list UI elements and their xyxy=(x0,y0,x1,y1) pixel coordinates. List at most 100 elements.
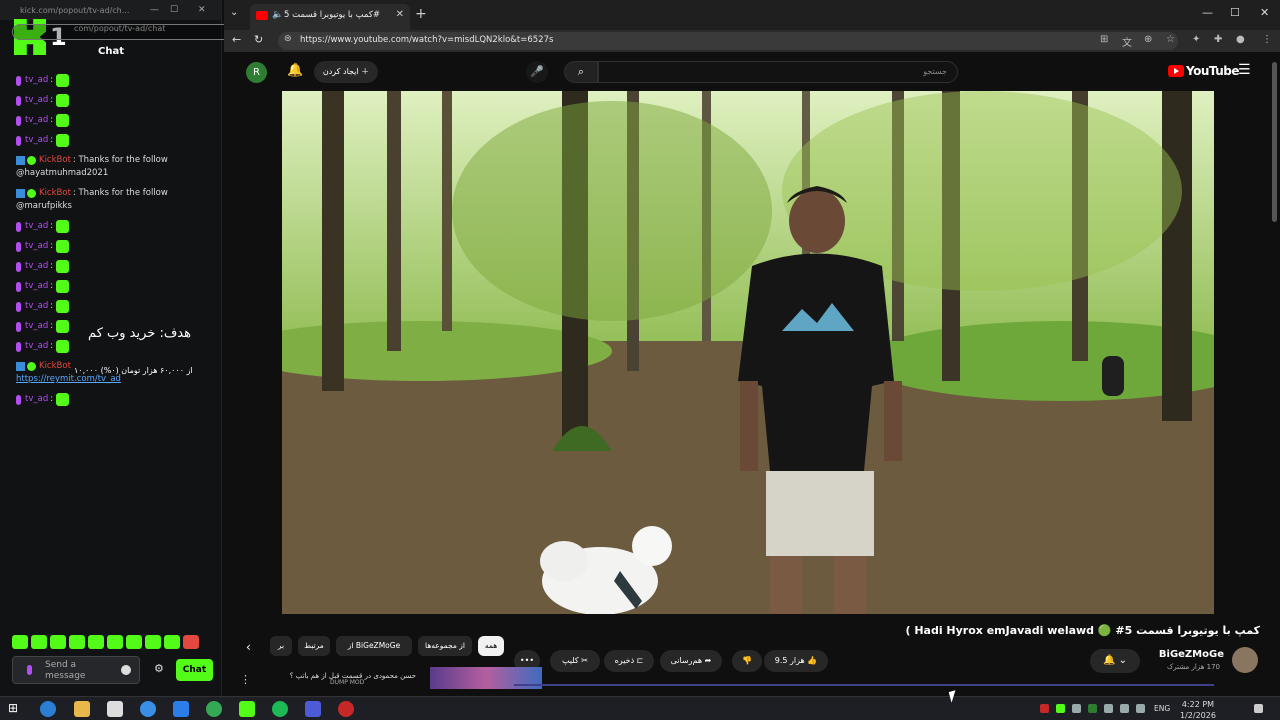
reload-icon[interactable]: ↻ xyxy=(254,33,263,46)
channel-name[interactable]: BiGeZMoGe xyxy=(1159,649,1224,660)
chat-username[interactable]: KickBot xyxy=(39,154,71,167)
app-icon[interactable] xyxy=(140,701,156,717)
subscribed-bell-button[interactable]: 🔔 ⌄ xyxy=(1090,649,1140,673)
windows-start-icon[interactable]: ⊞ xyxy=(8,701,24,717)
back-arrow-icon[interactable]: ← xyxy=(232,33,241,46)
create-button[interactable]: ایجاد کردن ＋ xyxy=(314,61,378,83)
chat-username[interactable]: tv_ad xyxy=(25,393,48,406)
video-player[interactable] xyxy=(282,91,1214,614)
emote-icon[interactable] xyxy=(183,635,199,649)
chat-mention[interactable]: @hayatmuhmad2021 xyxy=(16,167,221,180)
bookmark-star-icon[interactable]: ☆ xyxy=(1166,34,1175,45)
recommended-video[interactable]: حسن محمودی در قسمت قبل از هم باتپ ؟ DUMP… xyxy=(264,667,542,691)
tray-app-icon[interactable] xyxy=(1040,704,1049,713)
emote-icon[interactable] xyxy=(12,635,28,649)
chat-username[interactable]: tv_ad xyxy=(25,134,48,147)
clock[interactable]: 4:22 PM 1/2/2026 xyxy=(1180,701,1216,720)
rec-more-icon[interactable]: ⋮ xyxy=(240,673,251,686)
youtube-logo[interactable]: YouTube xyxy=(1168,64,1240,78)
search-input[interactable]: جستجو xyxy=(598,61,958,83)
tray-speaker-icon[interactable] xyxy=(1136,704,1145,713)
edge-icon[interactable] xyxy=(40,701,56,717)
minimize-button[interactable]: — xyxy=(150,5,159,15)
chat-username[interactable]: tv_ad xyxy=(25,280,48,293)
page-scrollbar[interactable] xyxy=(1272,62,1277,222)
search-icon[interactable]: ⌕ xyxy=(564,61,598,83)
address-bar[interactable]: ⊜ https://www.youtube.com/watch?v=misdLQ… xyxy=(278,32,1178,50)
chip-channel[interactable]: از BiGeZMoGe xyxy=(336,636,412,656)
kick-app-icon[interactable] xyxy=(239,701,255,717)
tray-app-icon[interactable] xyxy=(1072,704,1081,713)
chat-username[interactable]: KickBot xyxy=(39,187,71,200)
save-button[interactable]: ذخیره ⊏ xyxy=(604,650,654,672)
close-button[interactable]: ✕ xyxy=(198,5,206,15)
site-info-icon[interactable]: ⊜ xyxy=(284,34,292,44)
voice-search-mic-icon[interactable]: 🎤 xyxy=(526,61,548,83)
extensions-puzzle-icon[interactable]: ✚ xyxy=(1214,34,1222,45)
chat-username[interactable]: tv_ad xyxy=(25,240,48,253)
chip-more[interactable]: بر xyxy=(270,636,292,656)
like-button[interactable]: 9.5 هزار 👍 xyxy=(764,650,828,672)
chip-related[interactable]: مرتبط xyxy=(298,636,330,656)
channel-avatar[interactable] xyxy=(1232,647,1258,673)
install-app-icon[interactable]: ⊞ xyxy=(1100,34,1108,45)
emote-icon[interactable] xyxy=(69,635,85,649)
tray-app-icon[interactable] xyxy=(1056,704,1065,713)
tab-search-chevron-icon[interactable]: ⌄ xyxy=(230,7,238,18)
tab-close-icon[interactable]: ✕ xyxy=(396,4,404,26)
chat-tab[interactable]: Chat xyxy=(0,46,222,64)
account-avatar[interactable]: R xyxy=(246,62,267,83)
new-tab-plus-icon[interactable]: + xyxy=(415,6,427,22)
profile-icon[interactable]: ● xyxy=(1236,34,1245,45)
emote-icon[interactable] xyxy=(50,635,66,649)
translate-icon[interactable]: 文 xyxy=(1122,34,1132,49)
mail-icon[interactable] xyxy=(173,701,189,717)
chat-username[interactable]: tv_ad xyxy=(25,94,48,107)
dislike-button[interactable]: 👎 xyxy=(732,650,762,672)
chat-username[interactable]: tv_ad xyxy=(25,74,48,87)
tab-audio-icon[interactable]: 🔈 xyxy=(272,4,283,26)
chat-settings-gear-icon[interactable]: ⚙ xyxy=(154,662,164,675)
browser-tab-active[interactable]: 🔈 کمپ با یوتیوبرا قسمت 5# ✕ xyxy=(250,4,410,30)
emote-icon[interactable] xyxy=(164,635,180,649)
share-button[interactable]: هم‌رسانی ➦ xyxy=(660,650,722,672)
notifications-bell-icon[interactable]: 🔔 xyxy=(287,63,303,78)
chrome-icon[interactable] xyxy=(206,701,222,717)
spotify-icon[interactable] xyxy=(272,701,288,717)
send-chat-button[interactable]: Chat xyxy=(176,659,213,681)
browser-maximize-button[interactable]: ☐ xyxy=(1230,6,1240,19)
emote-icon[interactable] xyxy=(107,635,123,649)
chat-username[interactable]: tv_ad xyxy=(25,260,48,273)
emote-icon[interactable] xyxy=(145,635,161,649)
maximize-button[interactable]: ☐ xyxy=(170,5,178,15)
chat-username[interactable]: tv_ad xyxy=(25,220,48,233)
emote-icon[interactable] xyxy=(31,635,47,649)
chat-input[interactable]: Send a message xyxy=(12,656,140,684)
browser-minimize-button[interactable]: — xyxy=(1202,6,1213,19)
tray-mic-icon[interactable] xyxy=(1104,704,1113,713)
guide-menu-icon[interactable]: ☰ xyxy=(1238,62,1251,78)
store-icon[interactable] xyxy=(107,701,123,717)
chip-all[interactable]: همه xyxy=(478,636,504,656)
emote-icon[interactable] xyxy=(88,635,104,649)
file-explorer-icon[interactable] xyxy=(74,701,90,717)
chat-colon: : xyxy=(50,135,54,145)
extension-icon[interactable]: ✦ xyxy=(1192,34,1200,45)
zoom-icon[interactable]: ⊕ xyxy=(1144,34,1152,45)
chips-left-arrow-icon[interactable]: ‹ xyxy=(246,640,251,654)
chat-username[interactable]: tv_ad xyxy=(25,300,48,313)
tray-network-icon[interactable] xyxy=(1120,704,1129,713)
obs-icon[interactable] xyxy=(338,701,354,717)
clip-button[interactable]: کلیپ ✂ xyxy=(550,650,600,672)
chat-mention[interactable]: @marufpikks xyxy=(16,200,221,213)
language-indicator[interactable]: ENG xyxy=(1154,704,1170,713)
emote-icon[interactable] xyxy=(126,635,142,649)
emoji-picker-icon[interactable] xyxy=(121,665,131,675)
browser-close-button[interactable]: ✕ xyxy=(1260,6,1269,19)
browser-menu-icon[interactable]: ⋮ xyxy=(1262,34,1272,45)
notification-icon[interactable] xyxy=(1254,704,1263,713)
chip-collections[interactable]: از مجموعه‌ها xyxy=(418,636,472,656)
stats-app-icon[interactable] xyxy=(305,701,321,717)
tray-app-icon[interactable] xyxy=(1088,704,1097,713)
chat-username[interactable]: tv_ad xyxy=(25,114,48,127)
